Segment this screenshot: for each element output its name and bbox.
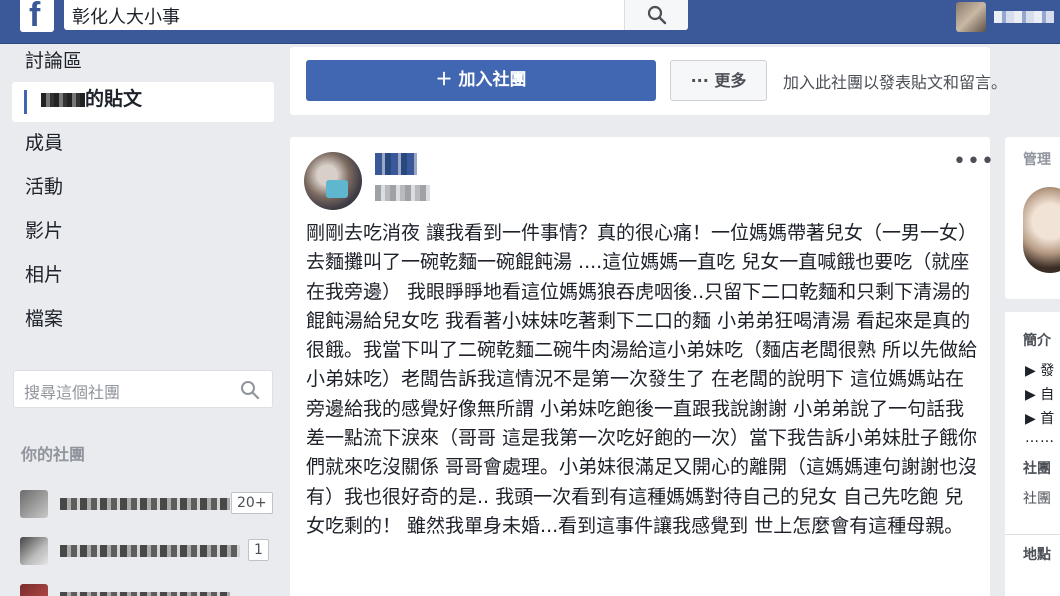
author-name-redacted[interactable] <box>375 153 417 175</box>
more-button[interactable]: ··· 更多 <box>670 60 767 101</box>
admin-avatar[interactable] <box>1023 187 1060 273</box>
group-type-value: 社團 <box>1023 491 1051 507</box>
post-card: ••• 剛剛去吃消夜 讓我看到一件事情？真的很心痛！一位媽媽帶著兒女（一男一女）… <box>290 137 994 596</box>
group-action-bar: ＋ 加入社團 ··· 更多 加入此社團以發表貼文和留言。 <box>290 47 1007 115</box>
sidebar-item-files[interactable]: 檔案 <box>12 302 274 346</box>
admins-panel: 管理 <box>1005 137 1060 299</box>
intro-item: ▶ 首 <box>1025 411 1055 427</box>
profile-name-redacted <box>994 11 1054 23</box>
divider <box>1005 534 1060 535</box>
your-groups-heading: 你的社團 <box>21 445 86 464</box>
top-navigation-bar: f 彰化人大小事 <box>0 0 1060 44</box>
intro-item: ▶ 發 <box>1025 363 1055 379</box>
group-notification-badge: 1 <box>248 539 269 561</box>
group-avatar <box>20 537 48 565</box>
post-options-icon[interactable]: ••• <box>953 149 995 174</box>
sidebar-item-photos[interactable]: 相片 <box>12 258 274 302</box>
sidebar-item-videos[interactable]: 影片 <box>12 214 274 258</box>
search-icon <box>241 381 260 400</box>
post-body-text: 剛剛去吃消夜 讓我看到一件事情？真的很心痛！一位媽媽帶著兒女（一男一女）去麵攤叫… <box>306 222 978 537</box>
location-heading: 地點 <box>1023 547 1051 563</box>
search-icon <box>647 5 667 25</box>
post-timestamp-redacted[interactable] <box>375 185 430 201</box>
search-input[interactable]: 彰化人大小事 <box>64 0 688 30</box>
group-search-input[interactable]: 搜尋這個社團 <box>13 370 273 408</box>
group-name-redacted <box>60 545 240 557</box>
intro-heading: 簡介 <box>1023 333 1051 349</box>
sidebar-item-discussion[interactable]: 討論區 <box>12 44 274 82</box>
group-list-item[interactable]: 20+ <box>20 488 273 520</box>
group-name-redacted <box>60 592 230 596</box>
avatar-mask-detail <box>326 180 348 198</box>
search-value: 彰化人大小事 <box>72 7 180 28</box>
group-name-redacted <box>60 498 230 510</box>
search-button[interactable] <box>624 0 688 30</box>
avatar <box>956 2 986 32</box>
redacted-name <box>41 92 85 107</box>
sidebar-item-events[interactable]: 活動 <box>12 170 274 214</box>
admins-heading: 管理 <box>1023 152 1051 168</box>
group-search-placeholder: 搜尋這個社團 <box>24 383 121 402</box>
intro-item: ▶ 自 <box>1025 387 1055 403</box>
group-list-item[interactable]: 1 <box>20 535 270 567</box>
facebook-logo[interactable]: f <box>20 0 54 34</box>
sidebar-item-my-posts[interactable]: 的貼文 <box>12 82 274 122</box>
group-notification-badge: 20+ <box>231 492 273 514</box>
group-list-item[interactable] <box>20 582 270 596</box>
group-type-heading: 社團 <box>1023 461 1051 477</box>
group-avatar <box>20 584 48 596</box>
active-indicator <box>24 90 27 114</box>
join-group-button[interactable]: ＋ 加入社團 <box>306 60 656 101</box>
profile-link[interactable] <box>952 2 1060 32</box>
about-panel: 簡介 ▶ 發 ▶ 自 ▶ 首 …… 社團 社團 地點 <box>1005 312 1060 596</box>
join-hint-text: 加入此社團以發表貼文和留言。 <box>783 73 1008 92</box>
group-avatar <box>20 490 48 518</box>
see-more-link[interactable]: …… <box>1025 430 1055 446</box>
group-sidebar-nav: 討論區 的貼文 成員 活動 影片 相片 檔案 <box>12 44 274 346</box>
author-avatar[interactable] <box>304 152 362 210</box>
sidebar-item-members[interactable]: 成員 <box>12 126 274 170</box>
